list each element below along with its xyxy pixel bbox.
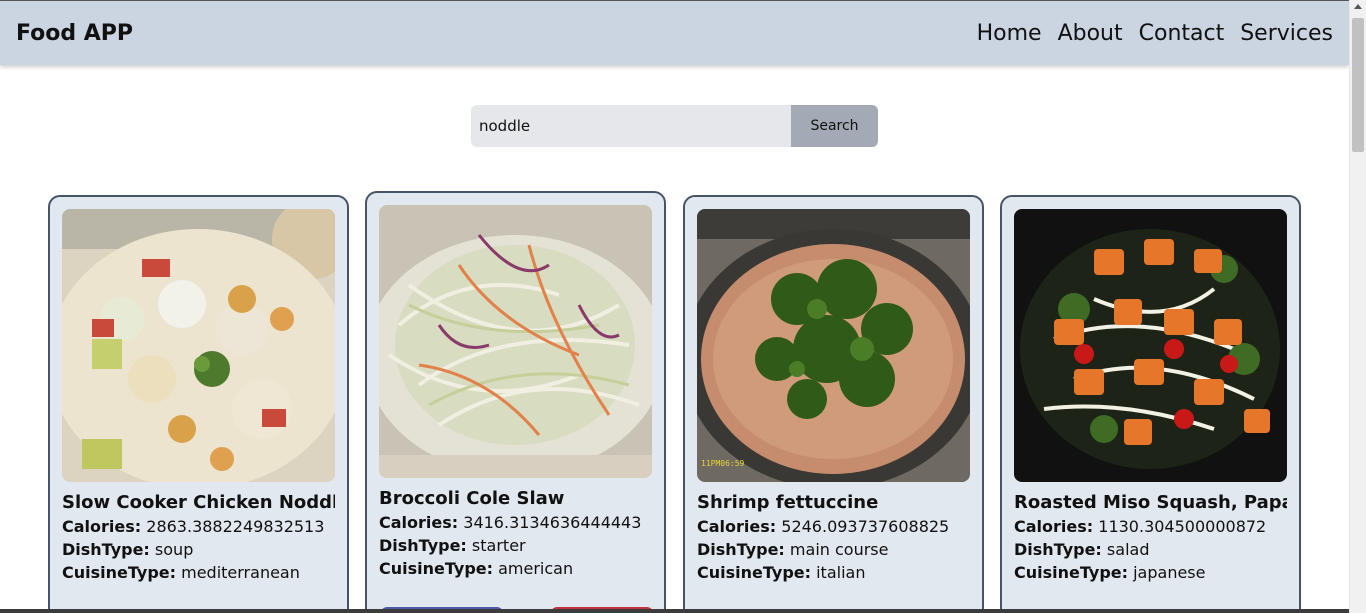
scroll-up-arrow-icon[interactable]	[1354, 4, 1362, 9]
nav-about-link[interactable]: About	[1058, 21, 1123, 46]
cuisine-type-value: japanese	[1133, 563, 1206, 582]
nav-contact-link[interactable]: Contact	[1139, 21, 1225, 46]
vertical-scrollbar[interactable]	[1349, 0, 1366, 613]
cuisine-type-value: italian	[816, 563, 866, 582]
recipe-title: Slow Cooker Chicken Noddl	[62, 492, 335, 513]
brand-logo[interactable]: Food APP	[16, 21, 133, 46]
recipe-card[interactable]: Broccoli Cole Slaw Calories: 3416.313463…	[365, 191, 666, 613]
dish-type-label: DishType:	[1014, 540, 1102, 559]
calories-value: 1130.304500000872	[1098, 517, 1267, 536]
dish-type-value: soup	[154, 540, 194, 559]
calories-label: Calories:	[62, 517, 142, 536]
recipe-calories: Calories: 2863.3882249832513	[62, 517, 335, 536]
recipe-dish-type: DishType: salad	[1014, 540, 1287, 559]
nav-home-link[interactable]: Home	[977, 21, 1042, 46]
cuisine-type-value: mediterranean	[181, 563, 300, 582]
recipe-calories: Calories: 5246.093737608825	[697, 517, 970, 536]
dish-type-value: starter	[471, 536, 526, 555]
recipe-card[interactable]: 11PM06:59 Shrimp fettuccine Calories: 52…	[683, 195, 984, 613]
calories-value: 2863.3882249832513	[146, 517, 325, 536]
recipe-calories: Calories: 3416.3134636444443	[379, 513, 652, 532]
calories-label: Calories:	[697, 517, 777, 536]
cuisine-type-value: american	[498, 559, 574, 578]
recipe-cuisine-type: CuisineType: japanese	[1014, 563, 1287, 582]
navbar: Food APP Home About Contact Services	[0, 0, 1349, 65]
calories-value: 3416.3134636444443	[463, 513, 642, 532]
recipe-title: Broccoli Cole Slaw	[379, 488, 565, 509]
cuisine-type-label: CuisineType:	[697, 563, 812, 582]
recipe-card[interactable]: Slow Cooker Chicken Noddl Calories: 2863…	[48, 195, 349, 613]
calories-label: Calories:	[1014, 517, 1094, 536]
dish-type-label: DishType:	[379, 536, 467, 555]
browser-viewport: Food APP Home About Contact Services Sea…	[0, 0, 1366, 613]
recipe-dish-type: DishType: starter	[379, 536, 652, 555]
dish-type-label: DishType:	[697, 540, 785, 559]
svg-text:11PM06:59: 11PM06:59	[701, 459, 745, 468]
scrollbar-thumb[interactable]	[1352, 18, 1364, 152]
calories-value: 5246.093737608825	[781, 517, 950, 536]
recipe-title: Shrimp fettuccine	[697, 492, 879, 513]
recipe-dish-type: DishType: soup	[62, 540, 335, 559]
search-input[interactable]	[471, 105, 791, 147]
taskbar-strip	[0, 609, 1349, 613]
recipe-title: Roasted Miso Squash, Papa	[1014, 492, 1287, 513]
calories-label: Calories:	[379, 513, 459, 532]
cuisine-type-label: CuisineType:	[379, 559, 494, 578]
shrimp-fettuccine-pan-photo: 11PM06:59	[697, 209, 970, 482]
cuisine-type-label: CuisineType:	[62, 563, 177, 582]
dish-type-value: salad	[1106, 540, 1150, 559]
dish-type-label: DishType:	[62, 540, 150, 559]
chicken-noodle-soup-photo	[62, 209, 335, 482]
search-button[interactable]: Search	[791, 105, 878, 147]
recipe-cuisine-type: CuisineType: italian	[697, 563, 970, 582]
recipe-card[interactable]: Roasted Miso Squash, Papa Calories: 1130…	[1000, 195, 1301, 613]
miso-squash-noodle-photo	[1014, 209, 1287, 482]
cuisine-type-label: CuisineType:	[1014, 563, 1129, 582]
broccoli-coleslaw-photo	[379, 205, 652, 478]
page: Food APP Home About Contact Services Sea…	[0, 0, 1349, 613]
nav-services-link[interactable]: Services	[1240, 21, 1333, 46]
recipe-dish-type: DishType: main course	[697, 540, 970, 559]
recipe-calories: Calories: 1130.304500000872	[1014, 517, 1287, 536]
nav-links: Home About Contact Services	[977, 21, 1333, 46]
recipe-cuisine-type: CuisineType: american	[379, 559, 652, 578]
search-form: Search	[471, 105, 878, 147]
dish-type-value: main course	[789, 540, 889, 559]
recipe-cuisine-type: CuisineType: mediterranean	[62, 563, 335, 582]
